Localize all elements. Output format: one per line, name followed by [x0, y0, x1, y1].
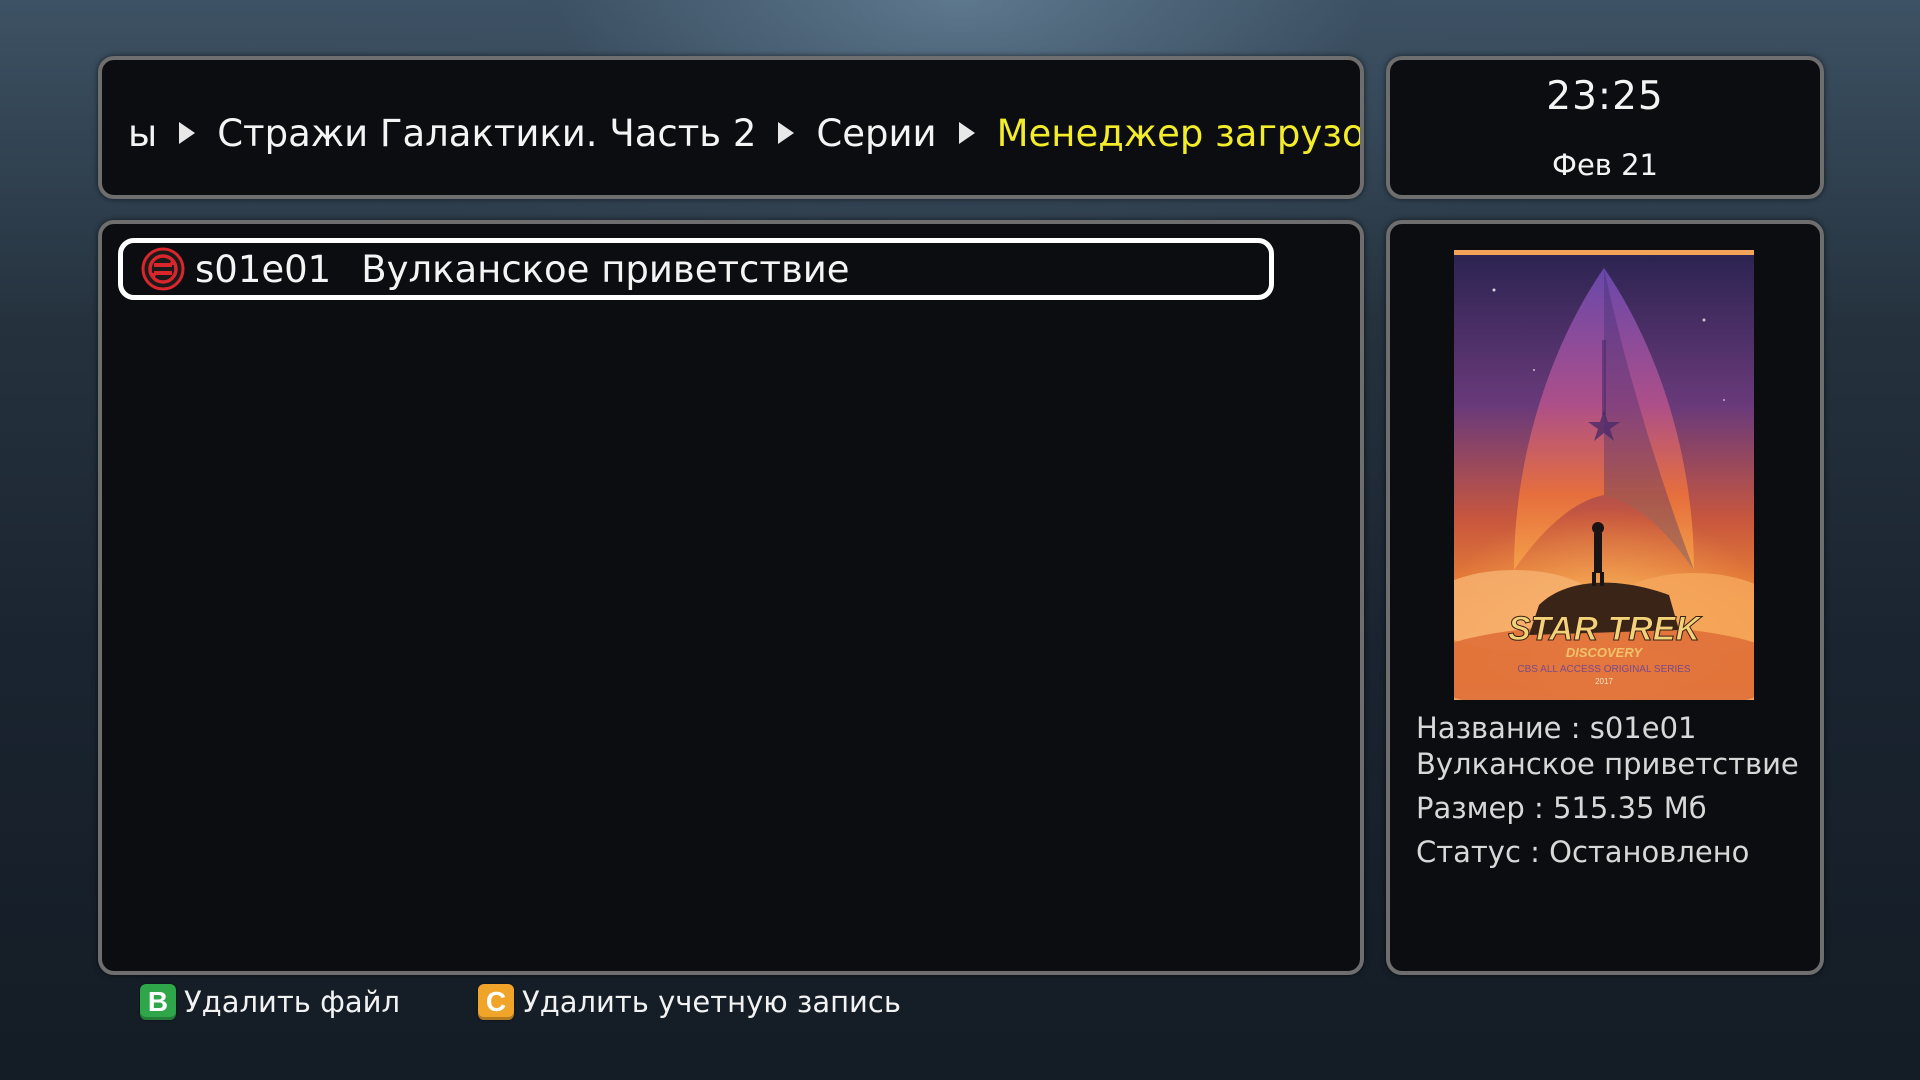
breadcrumb-arrow-icon	[778, 122, 795, 144]
download-list-item[interactable]: s01e01 Вулканское приветствие	[118, 238, 1274, 300]
breadcrumb-panel: ы Стражи Галактики. Часть 2 Серии Менедж…	[98, 56, 1364, 199]
delete-account-action[interactable]: C Удалить учетную запись	[478, 984, 901, 1020]
delete-file-label: Удалить файл	[184, 985, 401, 1019]
poster-title-text: STAR TREK	[1508, 610, 1702, 648]
breadcrumb-item-1[interactable]: ы	[128, 112, 157, 155]
breadcrumb: ы Стражи Галактики. Часть 2 Серии Менедж…	[102, 108, 1360, 158]
clock-time: 23:25	[1546, 74, 1664, 119]
c-key-icon: C	[478, 984, 515, 1020]
breadcrumb-arrow-icon	[958, 122, 975, 144]
b-key-icon: B	[140, 984, 176, 1020]
clock-date: Фев 21	[1551, 148, 1659, 182]
breadcrumb-item-2[interactable]: Стражи Галактики. Часть 2	[217, 112, 756, 155]
episode-title: Вулканское приветствие	[361, 247, 850, 291]
detail-size: Размер : 515.35 Мб	[1416, 791, 1707, 825]
clock-panel: 23:25 Фев 21	[1386, 56, 1824, 199]
poster-art: STAR TREK DISCOVERY CBS ALL ACCESS ORIGI…	[1454, 250, 1754, 700]
detail-name: Название : s01e01	[1416, 711, 1697, 745]
breadcrumb-current: Менеджер загрузок	[996, 111, 1360, 155]
detail-name-continued: Вулканское приветствие	[1416, 747, 1799, 781]
breadcrumb-arrow-icon	[179, 122, 196, 144]
episode-code: s01e01	[195, 247, 332, 291]
breadcrumb-item-3[interactable]: Серии	[816, 112, 936, 155]
stopped-status-icon	[141, 247, 185, 291]
details-text: Название : s01e01 Вулканское приветствие…	[1416, 710, 1799, 870]
download-list: s01e01 Вулканское приветствие	[98, 220, 1364, 975]
poster-year-text: 2017	[1595, 677, 1613, 686]
poster-subtitle-text: DISCOVERY	[1566, 645, 1644, 660]
poster-tagline-text: CBS ALL ACCESS ORIGINAL SERIES	[1517, 664, 1691, 675]
details-panel: STAR TREK DISCOVERY CBS ALL ACCESS ORIGI…	[1386, 220, 1824, 975]
poster-image: STAR TREK DISCOVERY CBS ALL ACCESS ORIGI…	[1454, 250, 1754, 700]
detail-status: Статус : Остановлено	[1416, 835, 1750, 869]
delete-file-action[interactable]: B Удалить файл	[140, 984, 400, 1020]
delete-account-label: Удалить учетную запись	[522, 985, 901, 1019]
footer-actions: B Удалить файл C Удалить учетную запись	[140, 982, 901, 1022]
